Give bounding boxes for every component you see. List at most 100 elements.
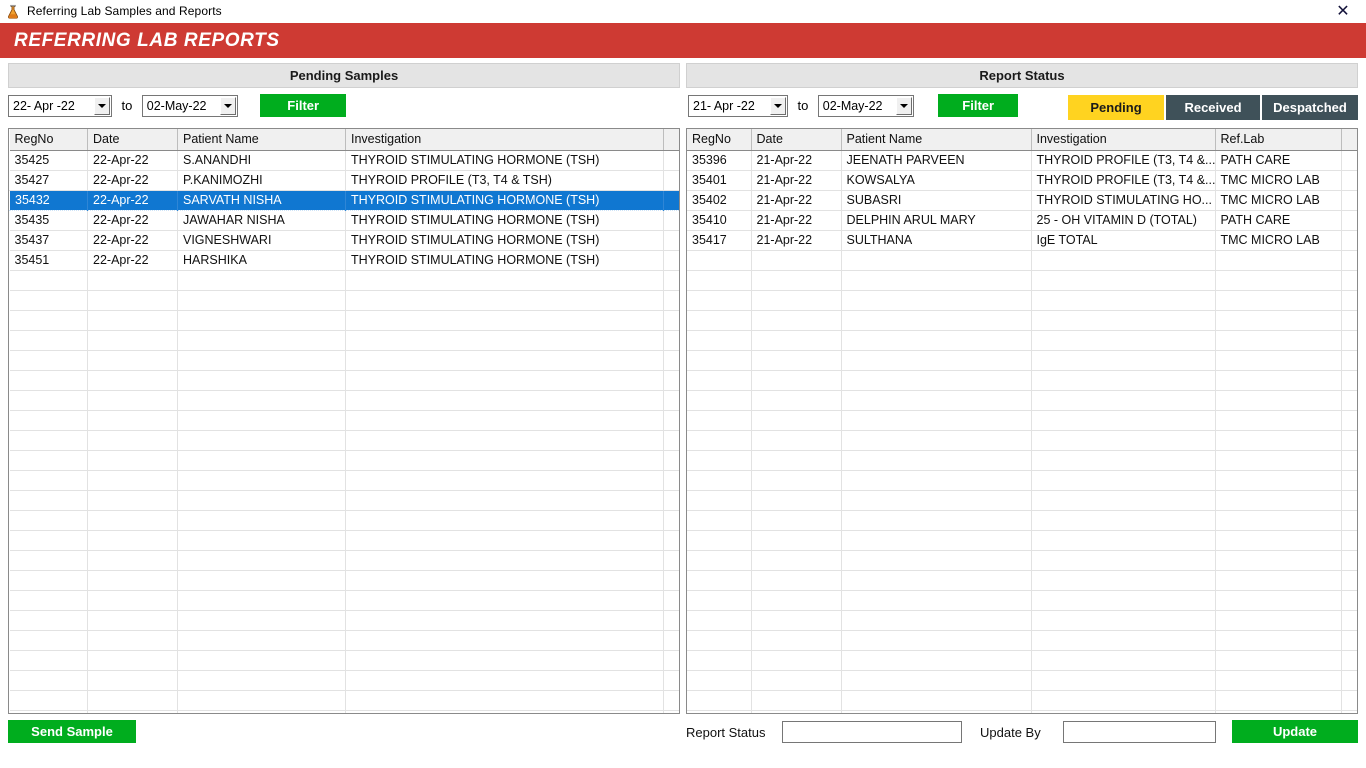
cell-reflab: TMC MICRO LAB	[1215, 190, 1342, 211]
table-row-empty[interactable]	[9, 270, 679, 291]
update-button[interactable]: Update	[1232, 720, 1358, 743]
table-row-empty[interactable]	[9, 610, 679, 631]
table-row-empty[interactable]	[687, 330, 1357, 351]
table-row-empty[interactable]	[687, 710, 1357, 713]
cell-empty	[345, 370, 664, 391]
close-icon[interactable]: ✕	[1328, 0, 1358, 23]
table-row[interactable]: 35451 22-Apr-22 HARSHIKA THYROID STIMULATIN…	[9, 250, 679, 271]
report-filter-button[interactable]: Filter	[938, 94, 1019, 117]
table-row-empty[interactable]	[9, 430, 679, 451]
table-row-empty[interactable]	[687, 570, 1357, 591]
table-row-empty[interactable]	[687, 670, 1357, 691]
column-header-patient-name[interactable]: Patient Name	[841, 129, 1032, 151]
table-row-empty[interactable]	[9, 370, 679, 391]
table-row-empty[interactable]	[9, 630, 679, 651]
table-row-empty[interactable]	[9, 490, 679, 511]
table-row-empty[interactable]	[687, 590, 1357, 611]
table-row-empty[interactable]	[9, 590, 679, 611]
report-status-grid[interactable]: RegNo Date Patient Name Investigation Re…	[686, 128, 1358, 714]
table-row[interactable]: 35396 21-Apr-22 JEENATH PARVEEN THYROID PRO…	[687, 150, 1357, 171]
chevron-down-icon[interactable]	[895, 96, 912, 115]
table-row-empty[interactable]	[9, 330, 679, 351]
table-row[interactable]: 35425 22-Apr-22 S.ANANDHI THYROID STIMULATI…	[9, 150, 679, 171]
send-sample-button[interactable]: Send Sample	[8, 720, 136, 743]
column-header-investigation[interactable]: Investigation	[1031, 129, 1216, 151]
table-row-empty[interactable]	[687, 650, 1357, 671]
table-row-empty[interactable]	[687, 470, 1357, 491]
column-header-investigation[interactable]: Investigation	[345, 129, 664, 151]
table-row-empty[interactable]	[687, 530, 1357, 551]
chevron-down-icon[interactable]	[94, 96, 110, 115]
pending-samples-table-body: 35425 22-Apr-22 S.ANANDHI THYROID STIMULATI…	[9, 150, 679, 713]
table-row-empty[interactable]	[687, 550, 1357, 571]
table-row-empty[interactable]	[687, 290, 1357, 311]
pending-from-date-select[interactable]: 22- Apr -22	[8, 94, 112, 117]
table-row[interactable]: 35435 22-Apr-22 JAWAHAR NISHA THYROID STIMU…	[9, 210, 679, 231]
table-row-empty[interactable]	[687, 630, 1357, 651]
cell-empty	[1031, 350, 1216, 371]
table-row-empty[interactable]	[9, 450, 679, 471]
table-row[interactable]: 35432 22-Apr-22 SARVATH NISHA THYROID STIMU…	[9, 189, 679, 211]
table-row-empty[interactable]	[687, 610, 1357, 631]
table-row-empty[interactable]	[687, 430, 1357, 451]
table-row-empty[interactable]	[687, 690, 1357, 711]
column-header-date[interactable]: Date	[751, 129, 842, 151]
table-row-empty[interactable]	[9, 550, 679, 571]
table-row-empty[interactable]	[687, 270, 1357, 291]
table-row[interactable]: 35401 21-Apr-22 KOWSALYA THYROID PROFILE (T…	[687, 170, 1357, 191]
table-row[interactable]: 35417 21-Apr-22 SULTHANA IgE TOTAL TMC MICRO…	[687, 230, 1357, 251]
report-to-date-select[interactable]: 02-May-22	[817, 94, 914, 117]
tab-despatched[interactable]: Despatched	[1262, 95, 1358, 120]
table-row-empty[interactable]	[9, 670, 679, 691]
table-row-empty[interactable]	[687, 510, 1357, 531]
table-row-empty[interactable]	[9, 410, 679, 431]
table-row-empty[interactable]	[9, 290, 679, 311]
chevron-down-icon[interactable]	[770, 96, 786, 115]
table-row-empty[interactable]	[687, 450, 1357, 471]
table-row-empty[interactable]	[9, 710, 679, 713]
tab-received[interactable]: Received	[1166, 95, 1260, 120]
tab-pending[interactable]: Pending	[1068, 95, 1164, 120]
table-row[interactable]: 35427 22-Apr-22 P.KANIMOZHI THYROID PROFILE…	[9, 170, 679, 191]
table-row-empty[interactable]	[9, 650, 679, 671]
table-row-empty[interactable]	[687, 390, 1357, 411]
table-row-empty[interactable]	[687, 410, 1357, 431]
table-row-empty[interactable]	[687, 490, 1357, 511]
table-row-empty[interactable]	[9, 570, 679, 591]
window-title: Referring Lab Samples and Reports	[27, 4, 222, 18]
table-row[interactable]: 35437 22-Apr-22 VIGNESHWARI THYROID STIMULA…	[9, 230, 679, 251]
column-header-ref-lab[interactable]: Ref.Lab	[1215, 129, 1342, 151]
column-header-date[interactable]: Date	[87, 129, 178, 151]
table-row-empty[interactable]	[9, 390, 679, 411]
report-date-range-separator: to	[797, 97, 809, 113]
pending-to-date-select[interactable]: 02-May-22	[141, 94, 238, 117]
report-status-select[interactable]	[782, 721, 962, 743]
table-row[interactable]: 35410 21-Apr-22 DELPHIN ARUL MARY 25 - OH V…	[687, 210, 1357, 231]
table-row-empty[interactable]	[9, 690, 679, 711]
column-header-regno[interactable]: RegNo	[9, 129, 88, 151]
cell-empty	[345, 690, 664, 711]
cell-empty	[9, 610, 88, 631]
table-row-empty[interactable]	[687, 370, 1357, 391]
cell-filler	[1341, 150, 1357, 171]
table-row-empty[interactable]	[9, 470, 679, 491]
table-row-empty[interactable]	[687, 250, 1357, 271]
chevron-down-icon[interactable]	[219, 96, 236, 115]
cell-empty	[9, 370, 88, 391]
column-header-patient-name[interactable]: Patient Name	[177, 129, 346, 151]
table-row[interactable]: 35402 21-Apr-22 SUBASRI THYROID STIMULATING…	[687, 190, 1357, 211]
cell-empty	[1215, 410, 1342, 431]
cell-empty	[345, 590, 664, 611]
pending-samples-grid[interactable]: RegNo Date Patient Name Investigation 35…	[8, 128, 680, 714]
pending-filter-button[interactable]: Filter	[260, 94, 347, 117]
column-header-regno[interactable]: RegNo	[687, 129, 752, 151]
table-row-empty[interactable]	[9, 510, 679, 531]
cell-empty	[345, 490, 664, 511]
update-by-select[interactable]	[1063, 721, 1216, 743]
table-row-empty[interactable]	[687, 310, 1357, 331]
table-row-empty[interactable]	[9, 350, 679, 371]
table-row-empty[interactable]	[687, 350, 1357, 371]
table-row-empty[interactable]	[9, 530, 679, 551]
table-row-empty[interactable]	[9, 310, 679, 331]
report-from-date-select[interactable]: 21- Apr -22	[688, 94, 788, 117]
